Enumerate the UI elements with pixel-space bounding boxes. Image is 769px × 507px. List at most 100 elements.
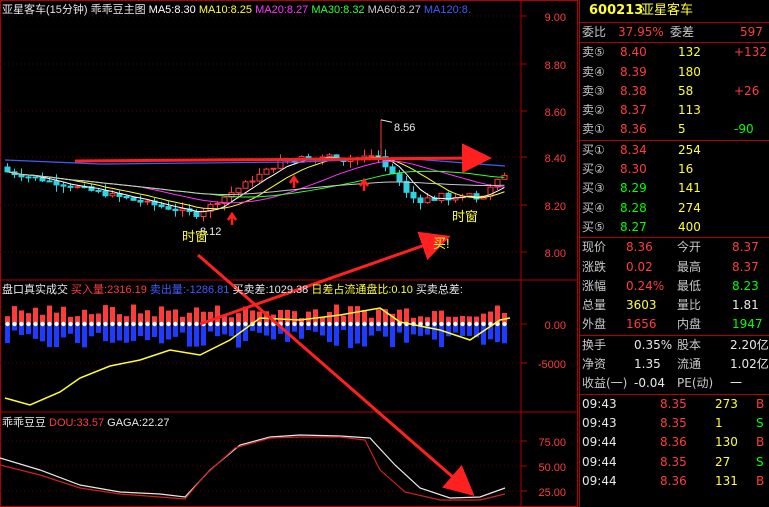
sell-volume-bar — [194, 324, 199, 347]
volume-dot — [138, 321, 143, 327]
kline-chart-svg[interactable]: 亚星客车(15分钟) 乖乖豆主图 MA5:8.30 MA10:8.25 MA20… — [0, 0, 579, 507]
candle-body — [424, 197, 431, 204]
sell-volume-bar — [131, 324, 136, 341]
volume-dot — [257, 321, 262, 327]
title-part: MA5:8.30 — [146, 4, 196, 16]
tick-list[interactable]: 09:43 8.35 273 B 09:43 8.35 1 S 09:44 8.36 130 B 09:… — [580, 393, 769, 491]
sell-volume-bar — [187, 324, 192, 347]
ask-volume: 5 — [678, 122, 686, 137]
stat-label: 量比 — [677, 298, 702, 313]
sell-volume-bar — [502, 324, 507, 344]
tick-row: 09:44 8.35 27 S — [580, 453, 769, 472]
title-part: 乖乖豆主图 — [88, 3, 146, 16]
stat-label: 内盘 — [677, 317, 702, 332]
title-part: MA30:8.32 — [308, 4, 364, 16]
bid-volume: 16 — [678, 162, 694, 177]
ask-label: 卖③ — [582, 83, 605, 98]
ask-volume: 58 — [678, 83, 694, 98]
stat-row: 总量 3603 量比 1.81 — [580, 296, 769, 315]
candle-body — [130, 197, 137, 201]
sell-volume-bar — [103, 324, 108, 342]
volume-dot — [103, 321, 108, 327]
stat-value: 8.37 — [732, 259, 759, 274]
up-signal-arrow — [226, 211, 238, 225]
fund-row: 收益(一) -0.04 PE(动) 一 — [580, 374, 769, 393]
volume-dot — [110, 321, 115, 327]
fund-value: 1.02亿 — [730, 357, 769, 372]
sell-volume-bar — [439, 324, 444, 347]
volume-dot — [432, 321, 437, 327]
bid-row: 买⑤ 8.27 400 — [580, 218, 769, 237]
stat-value: 0.02 — [626, 259, 653, 274]
fundamentals-list: 换手 0.35% 股本 2.20亿 净资 1.35 流通 1.02亿 收益(一) -0.04 PE(… — [580, 334, 769, 394]
candle-body — [74, 186, 81, 189]
fund-row: 换手 0.35% 股本 2.20亿 — [580, 336, 769, 355]
buy-volume-bar — [404, 308, 409, 324]
volume-dot — [299, 321, 304, 327]
tick-price: 8.36 — [660, 435, 687, 450]
candle-body — [60, 184, 67, 187]
ask-row: 卖① 8.36 5 -90 — [580, 120, 769, 139]
volume-dot — [33, 321, 38, 327]
stat-value: 1656 — [626, 317, 657, 332]
title-part: MA120:8. — [421, 4, 471, 16]
main-tick-label: 9.00 — [545, 12, 566, 24]
volume-dot — [481, 321, 486, 327]
volume-dot — [313, 321, 318, 327]
ask-label: 卖④ — [582, 64, 605, 79]
volume-tick-label: -5000 — [538, 359, 566, 371]
ask-price: 8.40 — [620, 45, 647, 60]
stat-label: 现价 — [582, 240, 607, 255]
volume-dot — [19, 321, 24, 327]
chart-area[interactable]: 亚星客车(15分钟) 乖乖豆主图 MA5:8.30 MA10:8.25 MA20… — [0, 0, 579, 507]
main-tick-label: 8.40 — [545, 153, 566, 165]
volume-dot — [145, 321, 150, 327]
buy-volume-bar — [348, 306, 353, 324]
candle-body — [165, 206, 172, 210]
candle-body — [32, 176, 39, 179]
volume-dot — [327, 321, 332, 327]
bid-label: 买① — [582, 142, 605, 157]
buy-volume-bar — [355, 306, 360, 324]
ask-row: 卖⑤ 8.40 132 +132 — [580, 43, 769, 62]
ask-change: -90 — [734, 122, 754, 137]
volume-dot — [362, 321, 367, 327]
stat-row: 涨幅 0.24% 最低 8.23 — [580, 277, 769, 296]
tick-direction: B — [756, 473, 765, 488]
osc-tick-label: 25.00 — [538, 487, 566, 499]
ask-price: 8.39 — [620, 64, 647, 79]
volume-dot — [236, 321, 241, 327]
stock-code: 600213 — [589, 3, 644, 18]
bid-price: 8.28 — [620, 200, 647, 215]
volume-dot — [12, 321, 17, 327]
weicha-value: 597 — [740, 25, 763, 39]
fund-value: 2.20亿 — [730, 337, 769, 352]
tick-volume: 273 — [715, 396, 738, 411]
bid-row: 买② 8.30 16 — [580, 160, 769, 179]
tick-time: 09:44 — [582, 473, 617, 488]
stat-row: 涨跌 0.02 最高 8.37 — [580, 258, 769, 277]
tick-row: 09:43 8.35 1 S — [580, 414, 769, 433]
title-part: 卖出量:-1286.81 — [147, 282, 230, 296]
tick-price: 8.35 — [660, 454, 687, 469]
ask-row: 卖④ 8.39 180 — [580, 63, 769, 82]
tick-time: 09:43 — [582, 415, 617, 430]
candle-body — [235, 187, 242, 194]
title-part: 亚星客车(15分钟) — [2, 2, 88, 16]
volume-dot — [460, 321, 465, 327]
sell-volume-bar — [117, 324, 122, 341]
tick-price: 8.36 — [660, 473, 687, 488]
volume-dot — [376, 321, 381, 327]
volume-dot — [222, 321, 227, 327]
volume-dot — [117, 321, 122, 327]
ask-change: +26 — [734, 83, 760, 98]
ask-volume: 113 — [678, 103, 701, 118]
ask-change: +132 — [734, 45, 767, 60]
tick-price: 8.35 — [660, 415, 687, 430]
tick-volume: 1 — [715, 415, 723, 430]
title-part: 买卖差:1029.38 — [229, 282, 308, 296]
stat-value: 8.37 — [732, 240, 759, 255]
volume-dot — [439, 321, 444, 327]
candle-body — [256, 173, 263, 182]
buy-volume-bar — [33, 307, 38, 324]
